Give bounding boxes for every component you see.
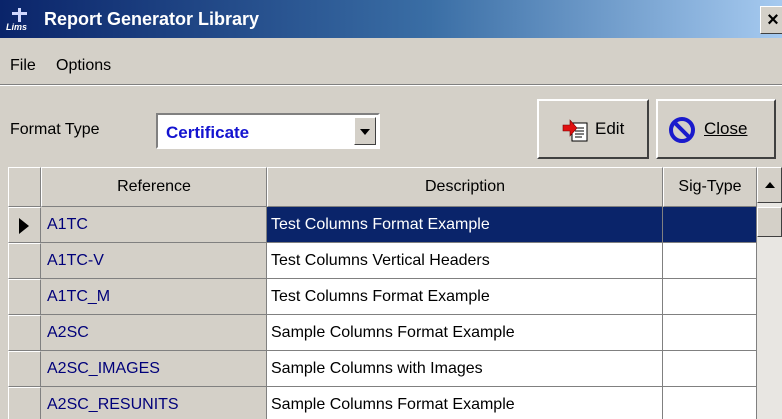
description-cell[interactable]: Sample Columns Format Example [267,387,663,419]
format-type-value: Certificate [166,123,250,142]
table-row[interactable]: A2SC_RESUNITS Sample Columns Format Exam… [8,387,757,419]
close-button[interactable]: Close [656,99,776,159]
reference-cell[interactable]: A1TC [41,207,267,243]
window-close-button[interactable]: × [760,6,782,34]
row-selector[interactable] [8,207,41,243]
table-row[interactable]: A2SC_IMAGES Sample Columns with Images [8,351,757,387]
window-title: Report Generator Library [44,9,260,29]
edit-button[interactable]: Edit [537,99,649,159]
description-cell[interactable]: Test Columns Format Example [267,207,663,243]
row-selector-header [8,167,41,207]
table-row[interactable]: A1TC_M Test Columns Format Example [8,279,757,315]
dropdown-arrow-icon [360,129,370,135]
edit-document-icon [562,119,588,142]
sig-type-cell[interactable] [663,351,757,387]
sig-type-cell[interactable] [663,207,757,243]
column-header-description[interactable]: Description [267,167,663,207]
reference-cell[interactable]: A2SC_RESUNITS [41,387,267,419]
description-cell[interactable]: Sample Columns Format Example [267,315,663,351]
grid-header: Reference Description Sig-Type [8,167,757,207]
table-row[interactable]: A1TC-V Test Columns Vertical Headers [8,243,757,279]
row-selector[interactable] [8,243,41,279]
description-cell[interactable]: Test Columns Format Example [267,279,663,315]
format-type-select[interactable]: Certificate [156,113,380,149]
report-grid: Reference Description Sig-Type A1TC Test… [8,167,757,419]
prohibit-icon [669,117,695,143]
title-bar: Lims Report Generator Library × [0,0,782,38]
column-header-reference[interactable]: Reference [41,167,267,207]
close-button-label: Close [704,119,748,138]
sig-type-cell[interactable] [663,279,757,315]
edit-button-label: Edit [595,119,625,138]
scroll-up-button[interactable] [757,167,782,203]
row-selector[interactable] [8,279,41,315]
vertical-scrollbar[interactable] [757,167,782,419]
table-row[interactable]: A1TC Test Columns Format Example [8,207,757,243]
toolbar: Format Type Certificate Edit Close [0,85,782,167]
sig-type-cell[interactable] [663,387,757,419]
reference-cell[interactable]: A1TC_M [41,279,267,315]
close-icon: × [767,9,779,31]
row-indicator-icon [19,218,29,234]
description-cell[interactable]: Sample Columns with Images [267,351,663,387]
menu-options[interactable]: Options [56,57,111,75]
row-selector[interactable] [8,387,41,419]
reference-cell[interactable]: A2SC [41,315,267,351]
dropdown-button[interactable] [354,117,376,145]
format-type-label: Format Type [10,121,100,138]
scroll-thumb[interactable] [757,207,782,237]
row-selector[interactable] [8,351,41,387]
scroll-up-icon [765,182,775,188]
row-selector[interactable] [8,315,41,351]
menu-file[interactable]: File [10,57,36,75]
reference-cell[interactable]: A1TC-V [41,243,267,279]
sig-type-cell[interactable] [663,243,757,279]
column-header-sig-type[interactable]: Sig-Type [663,167,757,207]
description-cell[interactable]: Test Columns Vertical Headers [267,243,663,279]
app-icon: Lims [6,8,40,32]
menu-bar: File Options [0,38,782,85]
reference-cell[interactable]: A2SC_IMAGES [41,351,267,387]
table-row[interactable]: A2SC Sample Columns Format Example [8,315,757,351]
sig-type-cell[interactable] [663,315,757,351]
